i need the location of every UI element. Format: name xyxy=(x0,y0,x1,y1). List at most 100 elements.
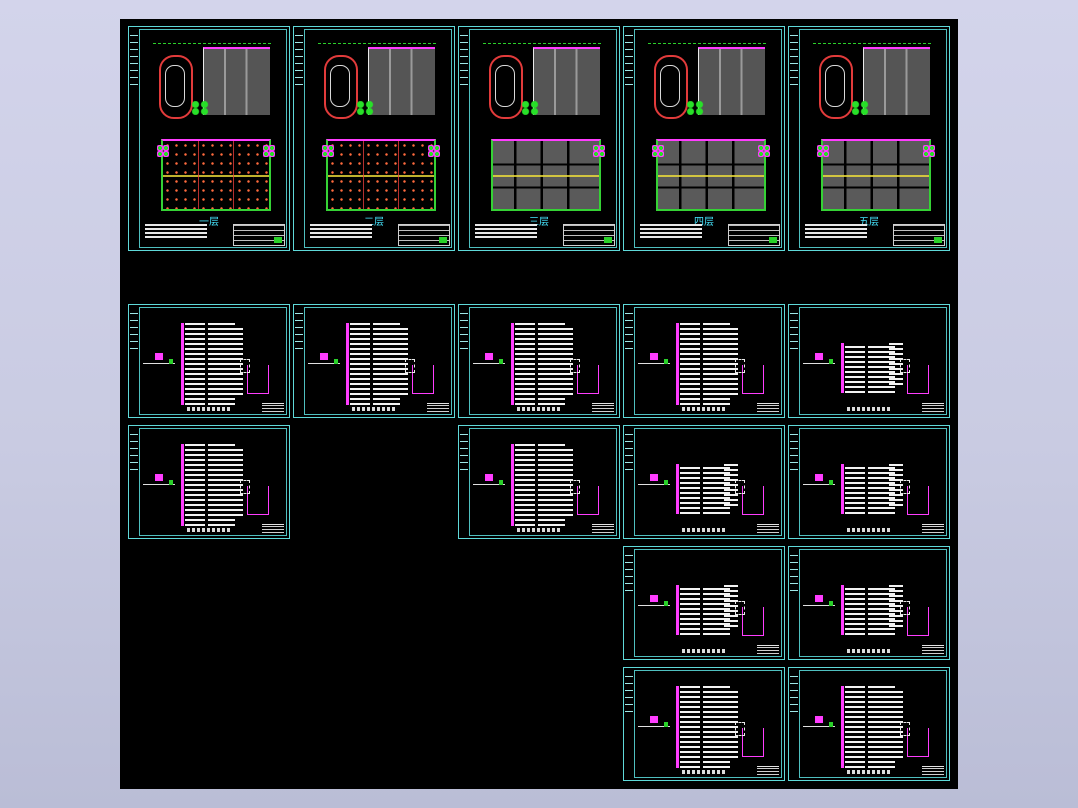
distribution-cabinet xyxy=(570,480,599,515)
system-diagram-sheet-8[interactable] xyxy=(623,425,785,539)
title-block xyxy=(233,224,285,246)
system-diagram-sheet-12[interactable] xyxy=(623,667,785,781)
system-diagram-sheet-3[interactable] xyxy=(458,304,620,418)
stair-symbol xyxy=(428,145,440,157)
distribution-cabinet xyxy=(735,722,764,757)
title-block xyxy=(922,524,944,533)
floor-plan-sheet-5[interactable]: 五层 xyxy=(788,26,950,251)
title-block xyxy=(757,524,779,533)
title-block xyxy=(262,524,284,533)
circuit-rows xyxy=(845,464,895,514)
system-diagram-sheet-6[interactable] xyxy=(128,425,290,539)
running-track-inner xyxy=(825,65,845,107)
sheet-sidebar xyxy=(790,30,798,85)
generator-symbol xyxy=(485,474,493,481)
distribution-cabinet xyxy=(900,722,929,757)
stair-symbol xyxy=(923,145,935,157)
stair-symbol xyxy=(817,145,829,157)
distribution-cabinet xyxy=(735,601,764,636)
sheet-sidebar xyxy=(790,429,798,483)
busbar xyxy=(346,323,349,405)
generator-symbol xyxy=(485,353,493,360)
title-block xyxy=(262,403,284,412)
landscape-symbols xyxy=(686,101,704,115)
circuit-rows xyxy=(350,323,400,405)
diagram-caption xyxy=(352,407,396,411)
floor-plan-sheet-4[interactable]: 四层 xyxy=(623,26,785,251)
switch-symbol xyxy=(664,480,668,485)
diagram-caption xyxy=(847,649,891,653)
system-diagram-sheet-11[interactable] xyxy=(788,546,950,660)
stair-symbol xyxy=(322,145,334,157)
grid-line xyxy=(232,141,234,209)
drawing-notes xyxy=(310,222,372,238)
distribution-cabinet xyxy=(900,359,929,394)
title-block xyxy=(757,766,779,775)
running-track-inner xyxy=(495,65,515,107)
circuit-rows xyxy=(515,323,565,405)
system-diagram-sheet-5[interactable] xyxy=(788,304,950,418)
drawing-notes xyxy=(805,222,867,238)
distribution-cabinet xyxy=(240,359,269,394)
beam-line xyxy=(658,175,764,177)
distribution-cabinet xyxy=(240,480,269,515)
generator-symbol xyxy=(650,595,658,602)
distribution-cabinet xyxy=(900,601,929,636)
switch-symbol xyxy=(664,722,668,727)
floor-plan-sheet-2[interactable]: 二层 xyxy=(293,26,455,251)
system-diagram-sheet-7[interactable] xyxy=(458,425,620,539)
switch-symbol xyxy=(169,359,173,364)
system-diagram-sheet-13[interactable] xyxy=(788,667,950,781)
circuit-rows xyxy=(185,323,235,405)
busbar xyxy=(181,323,184,405)
sheet-sidebar xyxy=(625,429,633,483)
busbar xyxy=(676,464,679,514)
sheet-sidebar xyxy=(295,30,303,85)
title-block xyxy=(592,524,614,533)
grid-line xyxy=(362,141,364,209)
cad-drawing-canvas[interactable]: 一层 二层 三层 四层 五层 xyxy=(120,19,958,789)
floor-layout xyxy=(161,139,271,211)
distribution-cabinet xyxy=(570,359,599,394)
drawing-notes xyxy=(475,222,537,238)
busbar xyxy=(676,585,679,635)
circuit-rows xyxy=(680,464,730,514)
busbar xyxy=(511,444,514,526)
generator-symbol xyxy=(320,353,328,360)
system-diagram-sheet-2[interactable] xyxy=(293,304,455,418)
diagram-caption xyxy=(187,407,231,411)
site-plan xyxy=(151,41,271,125)
floor-layout xyxy=(656,139,766,211)
floor-plan-sheet-1[interactable]: 一层 xyxy=(128,26,290,251)
landscape-symbols xyxy=(191,101,209,115)
grid-line xyxy=(197,141,199,209)
building-blocks xyxy=(203,47,270,115)
generator-symbol xyxy=(155,353,163,360)
system-diagram-sheet-9[interactable] xyxy=(788,425,950,539)
sheet-sidebar xyxy=(625,550,633,604)
title-block xyxy=(893,224,945,246)
building-blocks xyxy=(533,47,600,115)
system-diagram-sheet-1[interactable] xyxy=(128,304,290,418)
sheet-sidebar xyxy=(295,308,303,362)
site-plan xyxy=(646,41,766,125)
stair-symbol xyxy=(157,145,169,157)
running-track-inner xyxy=(165,65,185,107)
switch-symbol xyxy=(499,480,503,485)
sheet-sidebar xyxy=(130,429,138,483)
switch-symbol xyxy=(829,480,833,485)
system-diagram-sheet-10[interactable] xyxy=(623,546,785,660)
switch-symbol xyxy=(829,722,833,727)
site-plan xyxy=(316,41,436,125)
system-diagram-sheet-4[interactable] xyxy=(623,304,785,418)
diagram-caption xyxy=(847,770,891,774)
floor-plan-sheet-3[interactable]: 三层 xyxy=(458,26,620,251)
diagram-caption xyxy=(847,407,891,411)
generator-symbol xyxy=(815,595,823,602)
axis-line xyxy=(318,43,436,46)
sheet-sidebar xyxy=(130,30,138,85)
circuit-rows xyxy=(845,343,895,393)
busbar xyxy=(841,464,844,514)
diagram-caption xyxy=(682,407,726,411)
distribution-cabinet xyxy=(405,359,434,394)
